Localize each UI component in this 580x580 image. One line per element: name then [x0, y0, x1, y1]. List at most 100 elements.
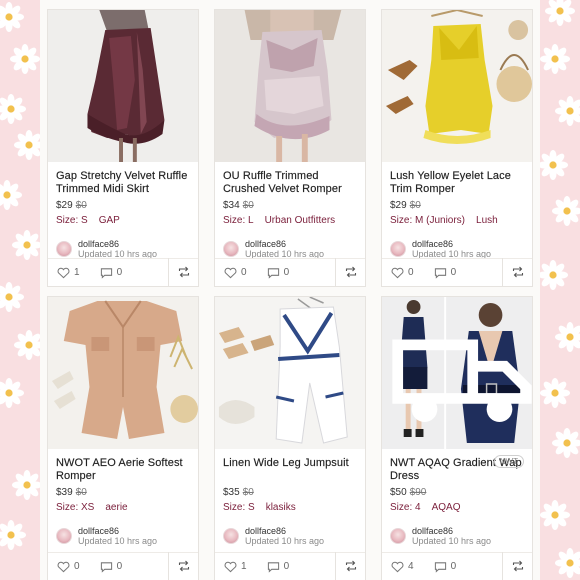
action-bar: 1 0: [215, 552, 365, 580]
seller-name[interactable]: dollface86: [245, 526, 324, 536]
avatar[interactable]: [390, 528, 406, 544]
like-button[interactable]: 1: [57, 267, 80, 279]
seller-name[interactable]: dollface86: [412, 526, 491, 536]
listing-card[interactable]: Gap Stretchy Velvet Ruffle Trimmed Midi …: [47, 9, 199, 287]
share-button[interactable]: [502, 258, 532, 286]
listing-size[interactable]: Size: M (Juniors): [390, 215, 465, 226]
seller-text: dollface86 Updated 10 hrs ago: [412, 526, 491, 546]
linen-jumpsuit-image: [215, 297, 365, 449]
share-icon: [512, 266, 523, 278]
seller-row[interactable]: dollface86 Updated 10 hrs ago: [390, 239, 524, 259]
listing-card[interactable]: OU Ruffle Trimmed Crushed Velvet Romper …: [214, 9, 366, 287]
avatar[interactable]: [56, 241, 72, 257]
seller-name[interactable]: dollface86: [78, 239, 157, 249]
listing-title[interactable]: NWOT AEO Aerie Softest Romper: [56, 457, 190, 483]
heart-icon: [391, 561, 404, 572]
daisy-decoration-icon: [0, 2, 24, 32]
share-icon: [345, 560, 356, 572]
comment-button[interactable]: 0: [434, 267, 456, 279]
seller-row[interactable]: dollface86 Updated 10 hrs ago: [223, 239, 357, 259]
seller-name[interactable]: dollface86: [412, 239, 491, 249]
listing-original-price: $0: [75, 487, 87, 498]
price-row: $39 $0: [56, 486, 190, 499]
listing-size[interactable]: Size: 4: [390, 502, 421, 513]
listing-size[interactable]: Size: S: [56, 215, 88, 226]
listing-size[interactable]: Size: XS: [56, 502, 94, 513]
like-count: 1: [241, 561, 247, 572]
price-row: $34 $0: [223, 199, 357, 212]
listing-card[interactable]: Lush Yellow Eyelet Lace Trim Romper $29 $…: [381, 9, 533, 287]
comment-button[interactable]: 0: [267, 561, 289, 573]
daisy-decoration-icon: [10, 44, 40, 74]
listing-brand[interactable]: klasiks: [266, 502, 296, 513]
listing-photo[interactable]: [215, 10, 365, 162]
daisy-decoration-icon: [540, 378, 570, 408]
listing-card[interactable]: NWOT AEO Aerie Softest Romper $39 $0 Size…: [47, 296, 199, 580]
action-bar: 4 0: [382, 552, 532, 580]
listing-brand[interactable]: AQAQ: [432, 502, 461, 513]
seller-text: dollface86 Updated 10 hrs ago: [245, 239, 324, 259]
like-button[interactable]: 0: [224, 267, 247, 279]
share-button[interactable]: [502, 552, 532, 580]
share-button[interactable]: [335, 552, 365, 580]
like-button[interactable]: 1: [224, 561, 247, 573]
listing-photo[interactable]: [382, 10, 532, 162]
listing-size[interactable]: Size: S: [223, 502, 255, 513]
listing-price: $35: [223, 487, 240, 498]
listing-size[interactable]: Size: L: [223, 215, 254, 226]
comment-icon: [100, 561, 112, 573]
action-bar: 0 0: [382, 258, 532, 286]
like-button[interactable]: 4: [391, 561, 414, 573]
listing-title[interactable]: Lush Yellow Eyelet Lace Trim Romper: [390, 170, 524, 196]
listing-brand[interactable]: Urban Outfitters: [265, 215, 336, 226]
seller-row[interactable]: dollface86 Updated 10 hrs ago: [56, 239, 190, 259]
daisy-decoration-icon: [538, 150, 568, 180]
seller-row[interactable]: dollface86 Updated 10 hrs ago: [56, 526, 190, 546]
listing-card[interactable]: Linen Wide Leg Jumpsuit $35 $0 Size: S kla…: [214, 296, 366, 580]
seller-row[interactable]: dollface86 Updated 10 hrs ago: [390, 526, 524, 546]
like-count: 0: [241, 267, 247, 278]
listing-brand[interactable]: GAP: [99, 215, 120, 226]
comment-button[interactable]: 0: [434, 561, 457, 573]
listing-title[interactable]: Linen Wide Leg Jumpsuit: [223, 457, 357, 483]
listing-original-price: $0: [242, 200, 254, 211]
comment-icon: [267, 267, 279, 279]
comment-button[interactable]: 0: [267, 267, 289, 279]
listing-title[interactable]: Gap Stretchy Velvet Ruffle Trimmed Midi …: [56, 170, 190, 196]
heart-icon: [391, 267, 404, 278]
share-button[interactable]: [168, 258, 198, 286]
seller-row[interactable]: dollface86 Updated 10 hrs ago: [223, 526, 357, 546]
comment-button[interactable]: 0: [100, 267, 123, 279]
daisy-decoration-icon: [12, 230, 42, 260]
avatar[interactable]: [223, 241, 239, 257]
share-button[interactable]: [335, 258, 365, 286]
price-row: $29 $0: [390, 199, 524, 212]
listing-title[interactable]: OU Ruffle Trimmed Crushed Velvet Romper: [223, 170, 357, 196]
listing-card[interactable]: NWT NWT AQAQ Gradient Wap Dress $50 $90 S…: [381, 296, 533, 580]
avatar[interactable]: [56, 528, 72, 544]
avatar[interactable]: [390, 241, 406, 257]
comment-button[interactable]: 0: [100, 561, 122, 573]
seller-name[interactable]: dollface86: [78, 526, 157, 536]
like-button[interactable]: 0: [391, 267, 414, 279]
action-bar: 0 0: [215, 258, 365, 286]
comment-count: 0: [116, 267, 123, 278]
seller-name[interactable]: dollface86: [245, 239, 324, 249]
share-button[interactable]: [168, 552, 198, 580]
like-button[interactable]: 0: [57, 561, 80, 573]
listing-photo[interactable]: [48, 297, 198, 449]
size-brand-row: Size: 4 AQAQ: [390, 501, 524, 514]
seller-text: dollface86 Updated 10 hrs ago: [78, 239, 157, 259]
listing-photo[interactable]: [382, 297, 532, 449]
updated-time: Updated 10 hrs ago: [412, 536, 492, 546]
comment-count: 0: [450, 561, 457, 572]
like-count: 1: [74, 267, 80, 278]
listing-photo[interactable]: [215, 297, 365, 449]
avatar[interactable]: [223, 528, 239, 544]
shipping-truck-icon: [392, 339, 532, 422]
size-brand-row: Size: XS aerie: [56, 501, 190, 514]
listing-photo[interactable]: [48, 10, 198, 162]
listing-brand[interactable]: aerie: [105, 502, 127, 513]
heart-icon: [224, 267, 237, 278]
listing-brand[interactable]: Lush: [476, 215, 498, 226]
